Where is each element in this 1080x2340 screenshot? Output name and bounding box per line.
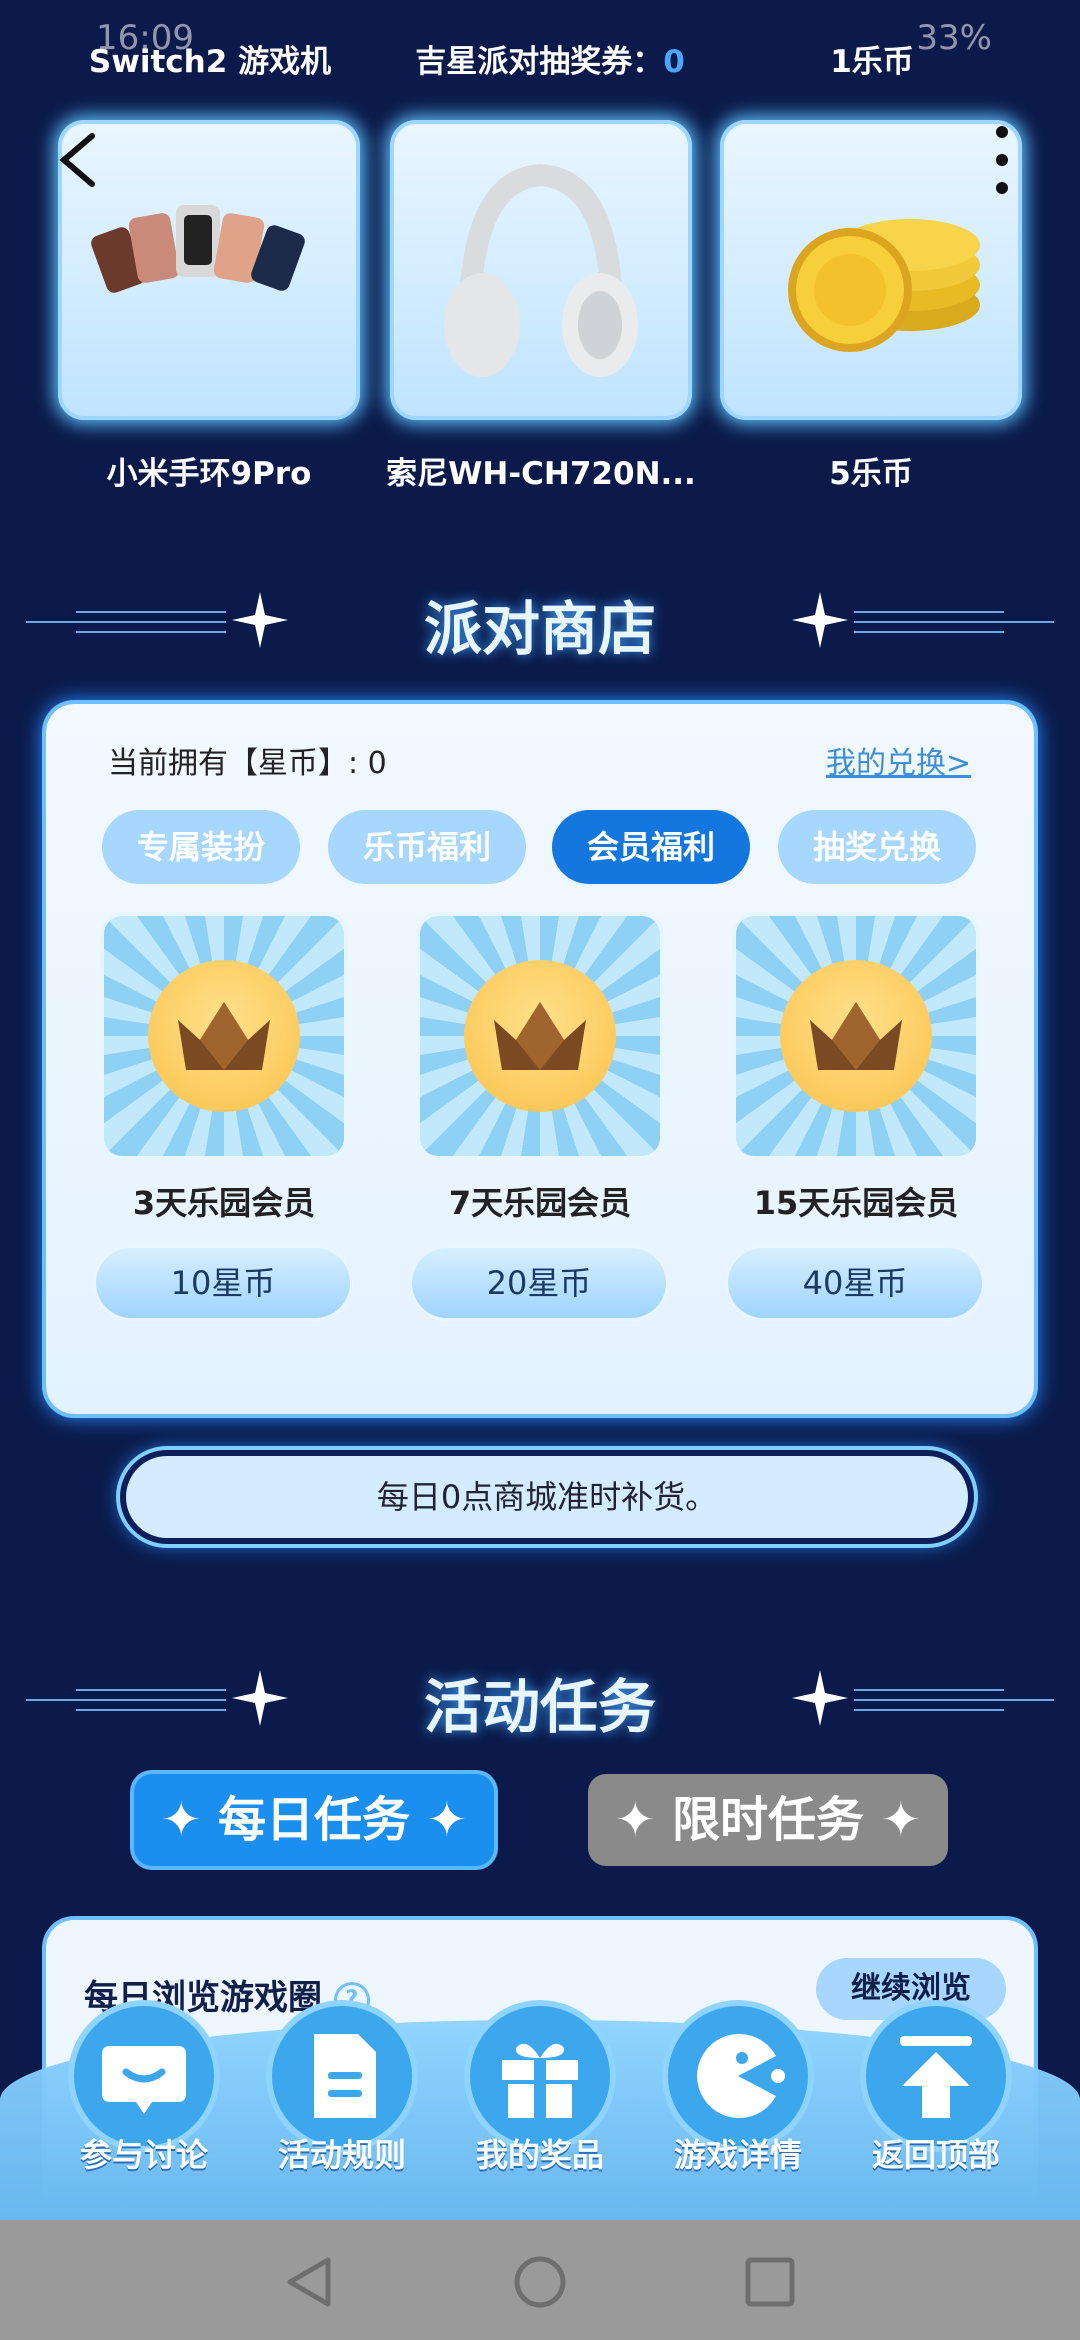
more-options-icon[interactable] [982,118,1022,202]
prize-name-3: 5乐币 [829,456,913,492]
price-button[interactable]: 20星币 [412,1248,666,1318]
lottery-ticket-text: 吉星派对抽奖券： [415,44,664,80]
crown-icon [810,1002,902,1070]
headphones-image [444,163,638,377]
dock-label: 返回顶部 [871,2136,1000,2174]
dock-label: 游戏详情 [673,2136,802,2174]
crown-icon [178,1002,270,1070]
chat-icon [102,2046,186,2114]
title-decoration-right [854,611,1054,633]
top-prize-label-3: 1乐币 [830,44,914,80]
document-icon [314,2034,376,2118]
crown-coin [148,960,300,1112]
lottery-ticket-label: 吉星派对抽奖券：0 [360,36,740,81]
tab-exclusive-outfits[interactable]: 专属装扮 [102,810,300,884]
member-item-image[interactable] [420,916,660,1156]
title-decoration-right [854,1689,1054,1711]
member-item-name: 7天乐园会员 [448,1184,632,1222]
dock-label: 我的奖品 [475,2136,604,2174]
coins-image [788,219,980,352]
member-item-name: 3天乐园会员 [132,1184,316,1222]
system-nav-bar [0,2220,1080,2340]
lottery-ticket-count: 0 [663,44,685,80]
nav-home-icon[interactable] [512,2254,568,2310]
tab-member-benefits[interactable]: 会员福利 [552,810,750,884]
price-button[interactable]: 10星币 [96,1248,350,1318]
nav-recents-icon[interactable] [742,2254,798,2310]
top-prize-label-1: Switch2 游戏机 [88,44,332,80]
owned-star-coins: 当前拥有【星币】: 0 [108,746,387,781]
dock-label: 参与讨论 [79,2136,208,2174]
price-button[interactable]: 40星币 [728,1248,982,1318]
member-item-image[interactable] [736,916,976,1156]
my-exchange-link[interactable]: 我的兑换> [826,738,971,782]
tab-daily-tasks[interactable]: ✦ 每日任务 ✦ [134,1774,494,1866]
prize-name-2: 索尼WH-CH720N... [386,456,696,492]
dock-label: 活动规则 [277,2136,406,2174]
restock-notice: 每日0点商城准时补货。 [126,1456,968,1538]
tab-lottery-exchange[interactable]: 抽奖兑换 [778,810,976,884]
back-to-top-icon [900,2036,972,2118]
crown-icon [494,1002,586,1070]
crown-coin [464,960,616,1112]
pacman-icon [697,2034,785,2118]
member-item-image[interactable] [104,916,344,1156]
tab-limited-tasks[interactable]: ✦ 限时任务 ✦ [588,1774,948,1866]
tab-lecoin-benefits[interactable]: 乐币福利 [328,810,526,884]
back-arrow-icon[interactable] [56,130,100,190]
prize-card-band[interactable] [58,120,360,420]
prize-card-coins[interactable] [720,120,1022,420]
smart-band-image [91,205,305,293]
crown-coin [780,960,932,1112]
prize-name-1: 小米手环9Pro [106,456,312,492]
member-item-name: 15天乐园会员 [753,1184,959,1222]
nav-back-icon[interactable] [282,2254,338,2310]
prize-card-headphones[interactable] [390,120,692,420]
gift-icon [502,2043,578,2118]
